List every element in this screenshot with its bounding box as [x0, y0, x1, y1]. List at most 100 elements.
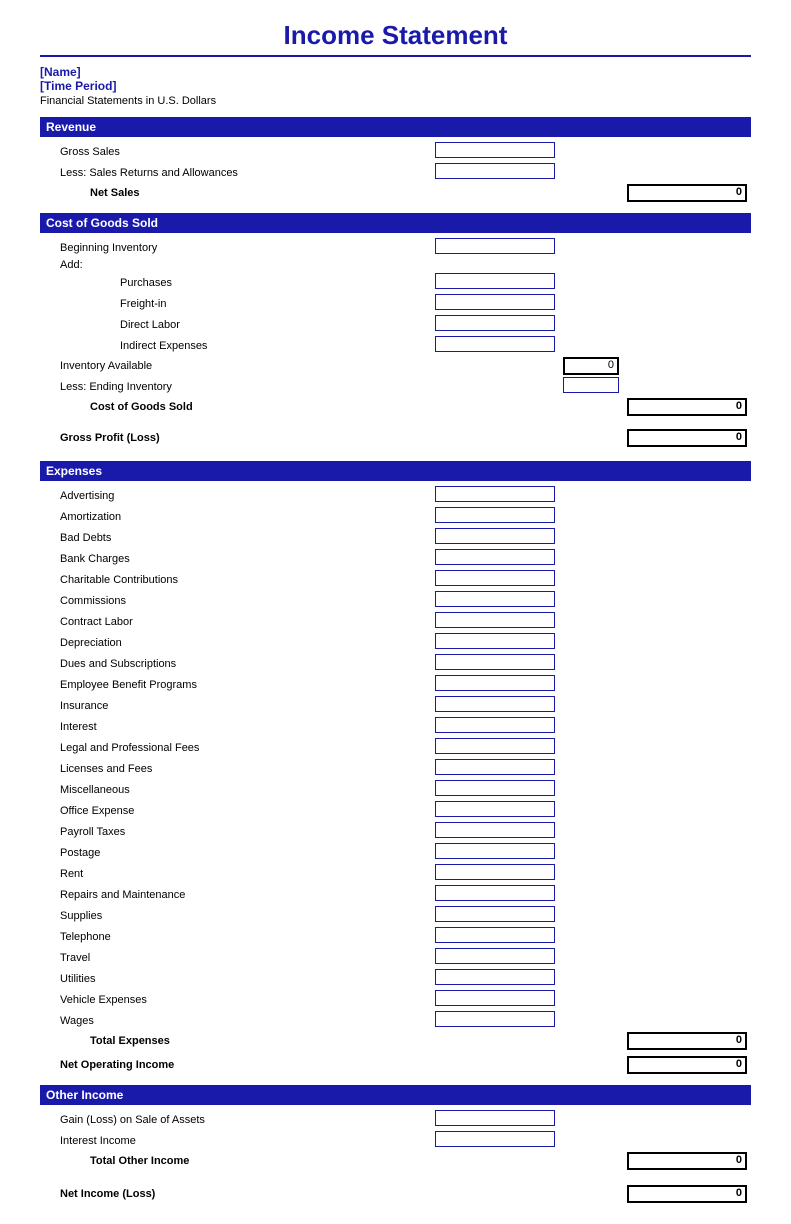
- table-row: Advertising: [40, 485, 751, 506]
- expense-input[interactable]: [431, 779, 559, 800]
- net-income-value[interactable]: 0: [623, 1179, 751, 1204]
- expense-input[interactable]: [431, 905, 559, 926]
- expense-label: Advertising: [40, 485, 431, 506]
- interest-income-label: Interest Income: [40, 1130, 431, 1151]
- beginning-inventory-input[interactable]: [431, 237, 559, 258]
- net-operating-value[interactable]: 0: [623, 1055, 751, 1075]
- table-row: Telephone: [40, 926, 751, 947]
- interest-income-input[interactable]: [431, 1130, 559, 1151]
- gross-profit-value[interactable]: 0: [623, 423, 751, 451]
- sales-returns-label: Less: Sales Returns and Allowances: [40, 162, 431, 183]
- company-name: [Name]: [40, 65, 751, 79]
- expenses-header: Expenses: [40, 461, 751, 481]
- gross-sales-input[interactable]: [431, 141, 559, 162]
- table-row: Insurance: [40, 695, 751, 716]
- cogs-total-value[interactable]: 0: [623, 397, 751, 417]
- expense-label: Office Expense: [40, 800, 431, 821]
- direct-labor-label: Direct Labor: [40, 314, 431, 335]
- expense-input[interactable]: [431, 926, 559, 947]
- gain-loss-input[interactable]: [431, 1109, 559, 1130]
- expense-input[interactable]: [431, 695, 559, 716]
- expense-label: Commissions: [40, 590, 431, 611]
- expense-input[interactable]: [431, 758, 559, 779]
- expense-input[interactable]: [431, 506, 559, 527]
- purchases-label: Purchases: [40, 272, 431, 293]
- table-row: Commissions: [40, 590, 751, 611]
- purchases-input[interactable]: [431, 272, 559, 293]
- freight-input[interactable]: [431, 293, 559, 314]
- expense-input[interactable]: [431, 800, 559, 821]
- sales-returns-input[interactable]: [431, 162, 559, 183]
- time-period: [Time Period]: [40, 79, 751, 93]
- ending-inventory-label: Less: Ending Inventory: [40, 376, 431, 397]
- net-income-label: Net Income (Loss): [40, 1179, 431, 1204]
- inventory-available-row: Inventory Available 0: [40, 356, 751, 376]
- expense-label: Wages: [40, 1010, 431, 1031]
- other-income-header: Other Income: [40, 1085, 751, 1105]
- gross-profit-row: Gross Profit (Loss) 0: [40, 423, 751, 451]
- expense-input[interactable]: [431, 632, 559, 653]
- expense-input[interactable]: [431, 527, 559, 548]
- expense-input[interactable]: [431, 653, 559, 674]
- table-row: Purchases: [40, 272, 751, 293]
- expense-input[interactable]: [431, 716, 559, 737]
- expense-input[interactable]: [431, 569, 559, 590]
- indirect-expenses-label: Indirect Expenses: [40, 335, 431, 356]
- expense-input[interactable]: [431, 863, 559, 884]
- expense-input[interactable]: [431, 674, 559, 695]
- expense-label: Supplies: [40, 905, 431, 926]
- table-row: Bad Debts: [40, 527, 751, 548]
- table-row: Repairs and Maintenance: [40, 884, 751, 905]
- expense-label: Dues and Subscriptions: [40, 653, 431, 674]
- gross-sales-label: Gross Sales: [40, 141, 431, 162]
- expense-input[interactable]: [431, 947, 559, 968]
- table-row: Utilities: [40, 968, 751, 989]
- add-label: Add:: [40, 258, 431, 272]
- expenses-total-value[interactable]: 0: [623, 1031, 751, 1051]
- expense-input[interactable]: [431, 884, 559, 905]
- table-row: Employee Benefit Programs: [40, 674, 751, 695]
- expense-input[interactable]: [431, 548, 559, 569]
- expense-input[interactable]: [431, 737, 559, 758]
- table-row: Dues and Subscriptions: [40, 653, 751, 674]
- expense-input[interactable]: [431, 611, 559, 632]
- expense-label: Interest: [40, 716, 431, 737]
- expense-input[interactable]: [431, 968, 559, 989]
- table-row: Licenses and Fees: [40, 758, 751, 779]
- expense-label: Vehicle Expenses: [40, 989, 431, 1010]
- expense-label: Contract Labor: [40, 611, 431, 632]
- table-row: Travel: [40, 947, 751, 968]
- table-row: Vehicle Expenses: [40, 989, 751, 1010]
- cogs-total-row: Cost of Goods Sold 0: [40, 397, 751, 417]
- expense-input[interactable]: [431, 989, 559, 1010]
- inventory-available-value[interactable]: 0: [559, 356, 623, 376]
- expenses-total-label: Total Expenses: [40, 1031, 431, 1051]
- expense-input[interactable]: [431, 842, 559, 863]
- expense-label: Payroll Taxes: [40, 821, 431, 842]
- net-operating-row: Net Operating Income 0: [40, 1055, 751, 1075]
- table-row: Amortization: [40, 506, 751, 527]
- expense-input[interactable]: [431, 1010, 559, 1031]
- net-sales-value[interactable]: 0: [623, 183, 751, 203]
- beginning-inventory-label: Beginning Inventory: [40, 237, 431, 258]
- table-row: Direct Labor: [40, 314, 751, 335]
- table-row: Contract Labor: [40, 611, 751, 632]
- expense-label: Insurance: [40, 695, 431, 716]
- direct-labor-input[interactable]: [431, 314, 559, 335]
- ending-inventory-input[interactable]: [559, 376, 623, 397]
- expense-input[interactable]: [431, 485, 559, 506]
- page-title: Income Statement: [40, 20, 751, 51]
- table-row: Freight-in: [40, 293, 751, 314]
- table-row: Depreciation: [40, 632, 751, 653]
- table-row: Indirect Expenses: [40, 335, 751, 356]
- net-operating-label: Net Operating Income: [40, 1055, 431, 1075]
- expense-input[interactable]: [431, 590, 559, 611]
- other-income-total-value[interactable]: 0: [623, 1151, 751, 1171]
- indirect-expenses-input[interactable]: [431, 335, 559, 356]
- expense-label: Employee Benefit Programs: [40, 674, 431, 695]
- table-row: Less: Sales Returns and Allowances: [40, 162, 751, 183]
- expenses-total-row: Total Expenses 0: [40, 1031, 751, 1051]
- expense-input[interactable]: [431, 821, 559, 842]
- freight-label: Freight-in: [40, 293, 431, 314]
- subtitle: Financial Statements in U.S. Dollars: [40, 95, 751, 107]
